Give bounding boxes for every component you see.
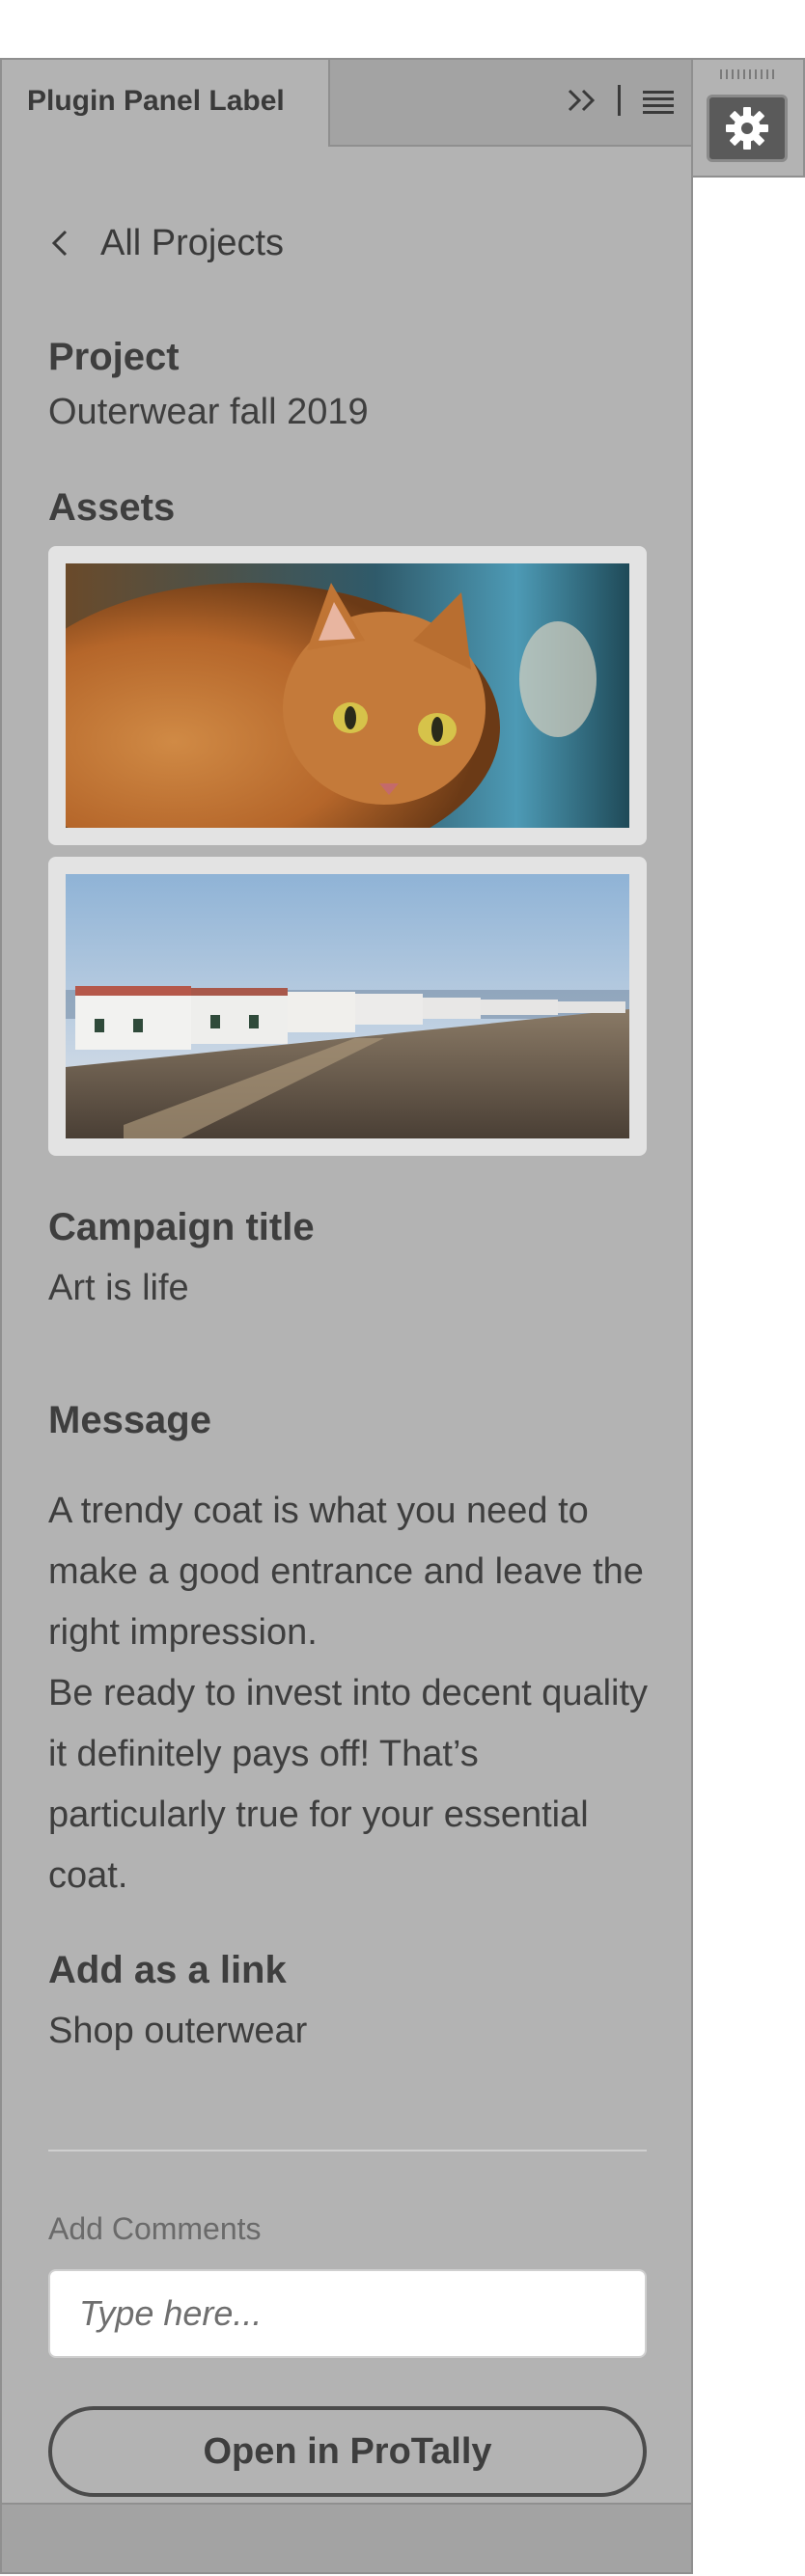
tab-separator	[618, 85, 621, 116]
panel-tab-label: Plugin Panel Label	[27, 85, 285, 117]
assets-heading: Assets	[48, 486, 176, 529]
message-heading: Message	[48, 1399, 211, 1441]
link-value[interactable]: Shop outerwear	[48, 2011, 307, 2052]
back-to-all-projects-link[interactable]: All Projects	[48, 214, 284, 272]
gear-icon	[726, 107, 768, 150]
panel-tab[interactable]: Plugin Panel Label	[2, 60, 330, 147]
asset-image-houses	[66, 874, 629, 1138]
chevrons-right-icon[interactable]	[566, 83, 600, 118]
open-in-protally-button[interactable]: Open in ProTally	[48, 2406, 647, 2497]
back-label: All Projects	[100, 222, 285, 263]
campaign-title-heading: Campaign title	[48, 1206, 315, 1248]
message-paragraph: A trendy coat is what you need to make a…	[48, 1491, 644, 1653]
add-comments-label: Add Comments	[48, 2211, 262, 2246]
asset-card-houses[interactable]	[48, 857, 647, 1156]
side-dock	[693, 58, 805, 178]
project-name: Outerwear fall 2019	[48, 392, 369, 432]
grip-icon[interactable]	[720, 69, 778, 79]
asset-card-cat[interactable]	[48, 546, 647, 845]
panel-footer	[2, 2503, 691, 2572]
chevron-left-icon	[51, 230, 68, 257]
section-divider	[48, 2150, 647, 2151]
plugin-panel: Plugin Panel Label All Projects Project …	[0, 58, 693, 2574]
panel-tab-bar: Plugin Panel Label	[2, 60, 691, 147]
comment-input[interactable]	[48, 2269, 647, 2358]
menu-icon[interactable]	[643, 89, 674, 114]
add-link-heading: Add as a link	[48, 1949, 287, 1991]
message-paragraph: Be ready to invest into decent quality i…	[48, 1673, 649, 1896]
settings-button[interactable]	[707, 95, 788, 162]
project-heading: Project	[48, 336, 180, 378]
campaign-title-value: Art is life	[48, 1268, 189, 1308]
asset-image-cat	[66, 563, 629, 828]
message-body: A trendy coat is what you need to make a…	[48, 1481, 656, 1906]
